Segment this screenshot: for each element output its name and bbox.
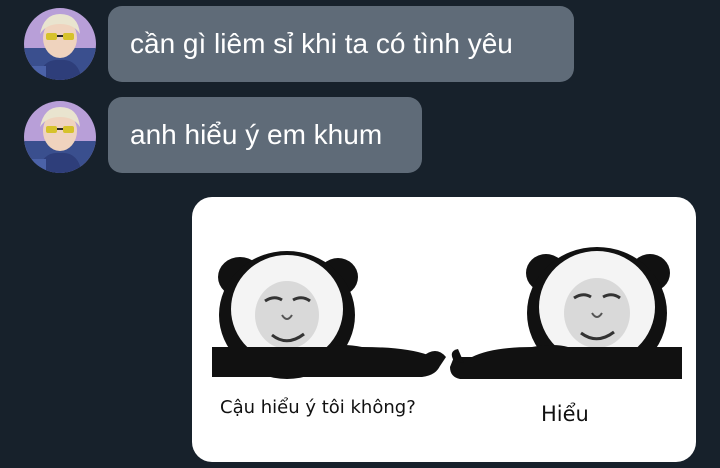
message-bubble[interactable]: anh hiểu ý em khum [108, 97, 422, 173]
left-panda [212, 251, 446, 379]
sender-avatar[interactable] [24, 8, 96, 80]
sticker-caption-right: Hiểu [541, 402, 589, 426]
sticker-image[interactable]: Cậu hiểu ý tôi không? Hiểu [192, 197, 696, 462]
panda-meme-illustration [212, 247, 682, 379]
sticker-caption-left: Cậu hiểu ý tôi không? [220, 397, 416, 418]
message-bubble[interactable]: cần gì liêm sỉ khi ta có tình yêu [108, 6, 574, 82]
right-panda [450, 247, 682, 379]
sender-avatar[interactable] [24, 101, 96, 173]
